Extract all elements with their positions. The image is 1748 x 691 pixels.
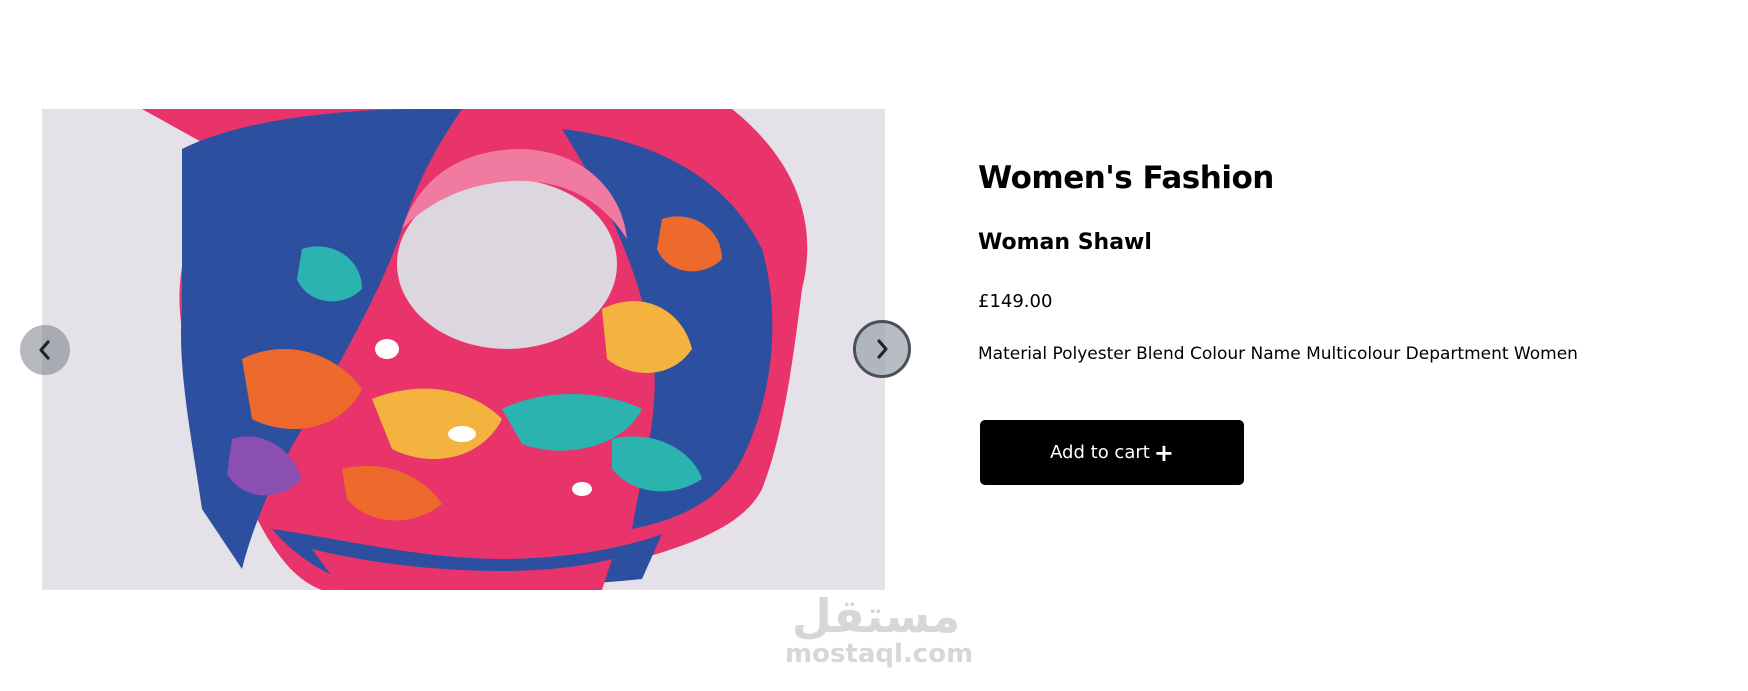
product-price: £149.00 <box>978 291 1053 312</box>
product-description: Material Polyester Blend Colour Name Mul… <box>978 344 1578 364</box>
gallery-next-button[interactable] <box>853 320 911 378</box>
chevron-left-icon <box>39 340 50 360</box>
watermark: مستقل mostaql.com <box>785 589 974 669</box>
plus-icon: + <box>1153 438 1174 467</box>
gallery-prev-button[interactable] <box>20 325 70 375</box>
product-title: Woman Shawl <box>978 230 1152 255</box>
chevron-right-icon <box>877 339 888 359</box>
product-image <box>42 109 885 590</box>
add-to-cart-button[interactable]: Add to cart + <box>980 420 1244 485</box>
add-to-cart-label: Add to cart <box>1050 442 1150 463</box>
watermark-arabic: مستقل <box>791 589 961 643</box>
watermark-latin: mostaql.com <box>785 639 974 669</box>
product-image-gallery <box>42 109 885 590</box>
product-category: Women's Fashion <box>978 160 1274 196</box>
